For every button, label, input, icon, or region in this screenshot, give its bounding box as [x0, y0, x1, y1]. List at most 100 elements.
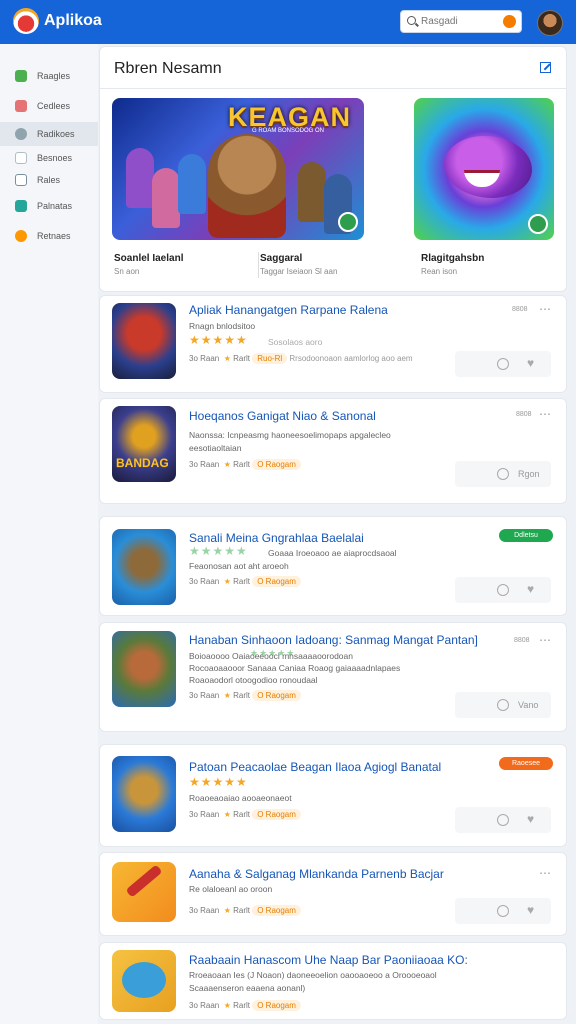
- installs: 3o Raan: [189, 810, 220, 819]
- more-options-icon[interactable]: ⋯: [539, 407, 551, 421]
- sidebar-item-besnoes[interactable]: Besnoes: [0, 146, 98, 170]
- star-rating: ★★★★★: [189, 775, 248, 789]
- rating-text: Goaaa Iroeoaoo ae aiaprocdsaoal: [268, 548, 397, 558]
- app-thumbnail[interactable]: [112, 631, 176, 707]
- app-thumbnail[interactable]: [112, 303, 176, 379]
- action-label[interactable]: Rgon: [518, 469, 540, 479]
- search-input[interactable]: [421, 14, 501, 29]
- star-icon: ★: [223, 1001, 231, 1010]
- category-pill[interactable]: O Raogam: [252, 459, 301, 470]
- sidebar-item-palnatas[interactable]: Palnatas: [0, 194, 98, 218]
- featured-sub: Rean ison: [421, 267, 458, 276]
- category-pill[interactable]: Ruo-Rl: [252, 353, 288, 364]
- installs: 3o Raan: [189, 577, 220, 586]
- monster-fish-art: [444, 136, 532, 198]
- edit-icon[interactable]: [540, 62, 551, 73]
- rating-label: Rarlt: [233, 460, 250, 469]
- category-pill[interactable]: O Raogam: [252, 690, 301, 701]
- app-description: Roaoaodorl otoogodioo ronoudaal: [189, 675, 318, 685]
- status-badge: Ddletsu: [499, 529, 553, 542]
- app-name[interactable]: Raabaain Hanascom Uhe Naap Bar Paoniiaoa…: [189, 953, 468, 967]
- bookmark-circle-icon[interactable]: [497, 699, 509, 711]
- folder-icon: [15, 174, 27, 186]
- home-icon: [15, 70, 27, 82]
- sidebar-item-label: Radikoes: [37, 129, 75, 139]
- bookmark-circle-icon[interactable]: [497, 468, 509, 480]
- sidebar-item-cedlees[interactable]: Cedlees: [0, 94, 98, 118]
- character-art: [208, 134, 286, 238]
- apps-icon: [15, 128, 27, 140]
- featured-name[interactable]: Rlagitgahsbn: [421, 253, 484, 264]
- app-logo[interactable]: [13, 8, 39, 34]
- app-meta: 3o Raan ★ Rarlt O Raogam: [189, 459, 301, 470]
- installs: 3o Raan: [189, 460, 220, 469]
- featured-banner-2[interactable]: [414, 98, 554, 240]
- heart-icon[interactable]: ♥: [527, 582, 534, 596]
- heart-icon[interactable]: ♥: [527, 812, 534, 826]
- installs: 3o Raan: [189, 906, 220, 915]
- sidebar-item-label: Raagles: [37, 71, 71, 81]
- more-options-icon[interactable]: ⋯: [539, 302, 551, 316]
- app-name[interactable]: Sanali Meina Gngrahlaa Baelalai: [189, 531, 364, 545]
- bookmark-circle-icon[interactable]: [497, 584, 509, 596]
- divider: [99, 88, 567, 89]
- sidebar-item-label: Rales: [37, 175, 61, 185]
- app-description: Rroeaoaan Ies (J Noaon) daoneeoelion oao…: [189, 970, 437, 980]
- search-box[interactable]: [400, 10, 522, 33]
- rating-label: Rarlt: [233, 691, 250, 700]
- character-art: [298, 162, 326, 222]
- star-icon: ★: [223, 691, 231, 700]
- category-pill[interactable]: O Raogam: [252, 809, 301, 820]
- rating-label: Rarlt: [233, 1001, 250, 1010]
- app-meta: 3o Raan ★ Rarlt Ruo-Rl Rrsodoonoaon aaml…: [189, 353, 413, 364]
- sidebar-item-label: Cedlees: [37, 101, 71, 111]
- more-options-icon[interactable]: ⋯: [539, 633, 551, 647]
- action-label[interactable]: Vano: [518, 700, 538, 710]
- app-thumbnail[interactable]: [112, 529, 176, 605]
- featured-name[interactable]: Saggaral: [260, 253, 302, 264]
- star-icon: ★: [223, 460, 231, 469]
- category-pill[interactable]: O Raogam: [252, 576, 301, 587]
- bookmark-circle-icon[interactable]: [497, 905, 509, 917]
- app-name[interactable]: Patoan Peacaolae Beagan Ilaoa Agiogl Ban…: [189, 760, 441, 774]
- sidebar-item-radikoes[interactable]: Radikoes: [0, 122, 98, 146]
- featured-name[interactable]: Soanlel Iaelanl: [114, 253, 183, 264]
- app-name[interactable]: Apliak Hanangatgen Rarpane Ralena: [189, 303, 388, 317]
- heart-icon[interactable]: ♥: [527, 356, 534, 370]
- games-icon: [15, 100, 27, 112]
- app-thumbnail[interactable]: [112, 756, 176, 832]
- top-bar: Aplikoa: [0, 0, 576, 44]
- app-name[interactable]: Aanaha & Salganag Mlankanda Parnenb Bacj…: [189, 867, 444, 881]
- heart-icon[interactable]: ♥: [527, 903, 534, 917]
- sidebar-item-label: Besnoes: [37, 153, 73, 163]
- rating-text: Sosolaos aoro: [268, 337, 323, 347]
- app-thumbnail[interactable]: [112, 862, 176, 922]
- category-pill[interactable]: O Raogam: [252, 905, 301, 916]
- star-icon: ★: [223, 577, 231, 586]
- category-pill[interactable]: O Raogam: [252, 1000, 301, 1011]
- star-rating: ★★★★★: [189, 333, 248, 347]
- search-submit-button[interactable]: [503, 15, 516, 28]
- sidebar-item-raagles[interactable]: Raagles: [0, 64, 98, 88]
- app-description: Naonssa: Icnpeasmg haoneesoelimopaps apg…: [189, 430, 391, 440]
- character-art: [126, 148, 154, 208]
- app-name[interactable]: Hoeqanos Ganigat Niao & Sanonal: [189, 409, 376, 423]
- sidebar-item-retnaes[interactable]: Retnaes: [0, 224, 98, 248]
- bookmark-circle-icon[interactable]: [497, 358, 509, 370]
- settings-icon: [15, 230, 27, 242]
- user-avatar[interactable]: [537, 10, 563, 36]
- bookmark-circle-icon[interactable]: [497, 814, 509, 826]
- character-art: [152, 168, 180, 228]
- rating-label: Rarlt: [233, 354, 250, 363]
- app-thumbnail[interactable]: [112, 950, 176, 1012]
- app-title: Aplikoa: [44, 12, 102, 29]
- sidebar-item-rales[interactable]: Rales: [0, 168, 98, 192]
- app-name[interactable]: Hanaban Sinhaoon Iadoang: Sanmag Mangat …: [189, 633, 478, 647]
- divider: [258, 252, 259, 278]
- bookmark-icon: [15, 200, 27, 212]
- app-thumbnail[interactable]: BANDAG: [112, 406, 176, 482]
- weapon-art: [125, 864, 163, 898]
- featured-banner-1[interactable]: KEAGAN G ROAM BONSODOG ON: [112, 98, 364, 240]
- verified-badge-icon: [338, 212, 358, 232]
- more-options-icon[interactable]: ⋯: [539, 866, 551, 880]
